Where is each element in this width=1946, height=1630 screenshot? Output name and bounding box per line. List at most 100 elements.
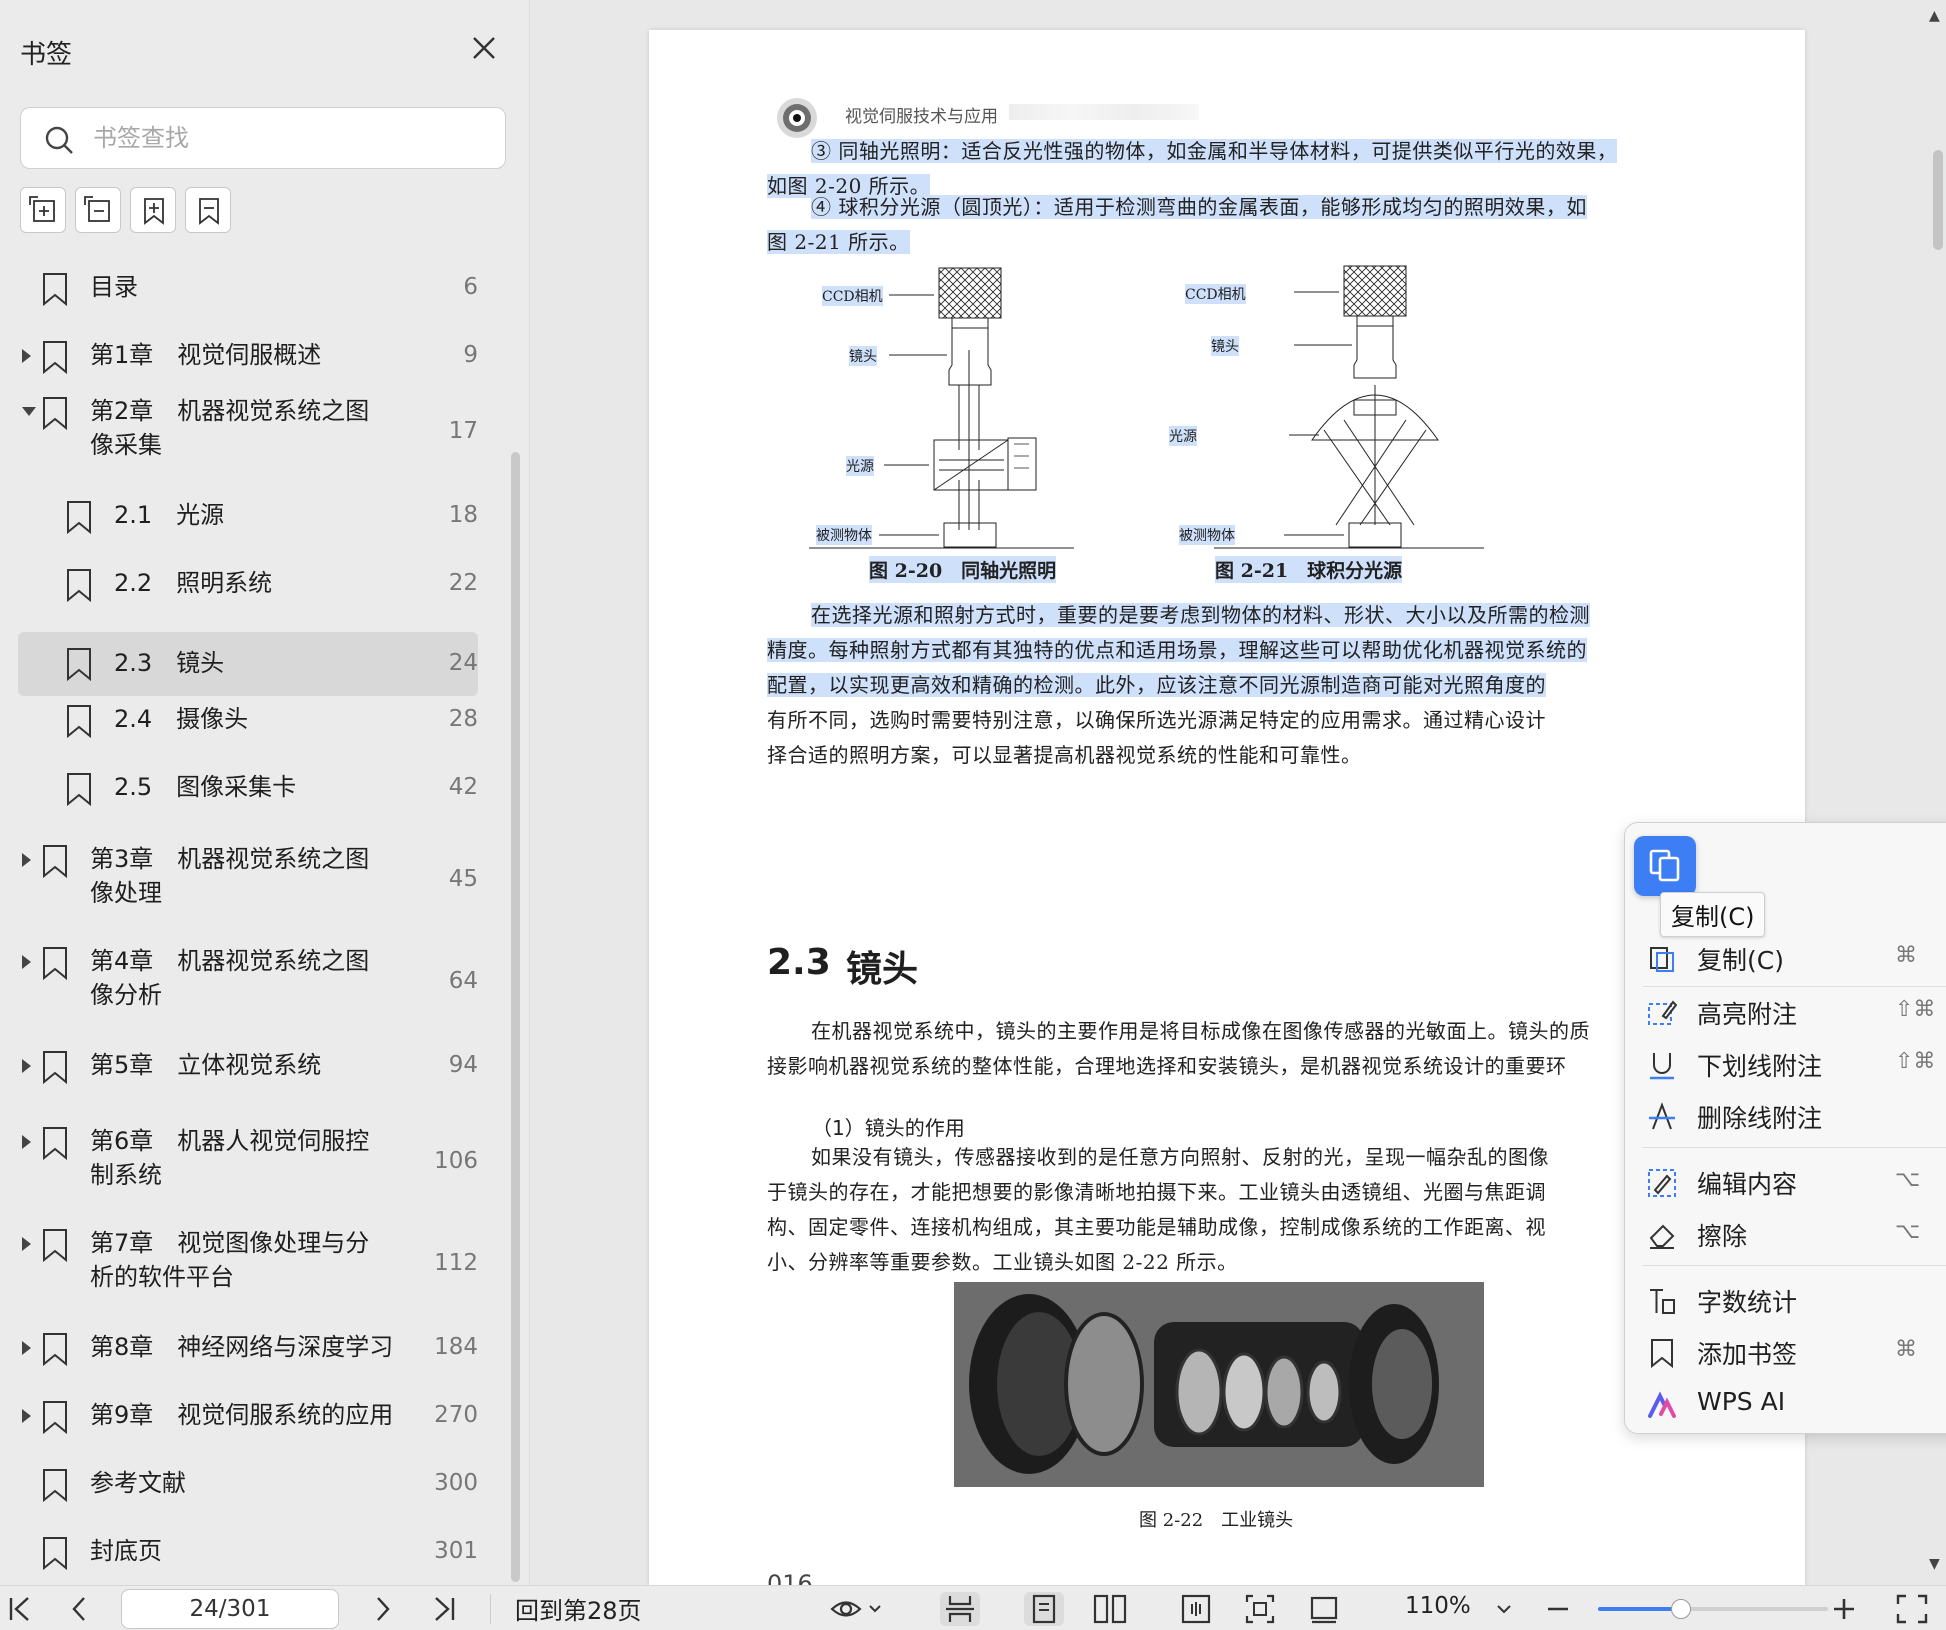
bookmark-item[interactable]: 第7章 视觉图像处理与分析的软件平台 112 <box>18 1224 478 1304</box>
bookmark-label: 第2章 机器视觉系统之图像采集 <box>90 397 370 459</box>
bookmark-item[interactable]: 第8章 神经网络与深度学习 184 <box>18 1326 478 1370</box>
zoom-out-icon[interactable] <box>1544 1592 1572 1626</box>
bookmark-item[interactable]: 第3章 机器视觉系统之图像处理 45 <box>18 840 478 920</box>
menu-item-strikethrough[interactable]: 删除线附注 <box>1625 1093 1946 1139</box>
zoom-level[interactable]: 110% <box>1405 1593 1471 1619</box>
collapse-all-button[interactable] <box>75 187 121 233</box>
bookmark-item[interactable]: 第5章 立体视觉系统 94 <box>18 1044 478 1088</box>
back-to-page-button[interactable]: 回到第28页 <box>515 1591 642 1626</box>
menu-shortcut: ⇧⌘ <box>1895 1049 1936 1074</box>
paragraph-lens-role[interactable]: 如果没有镜头，传感器接收到的是任意方向照射、反射的光，呈现一幅杂乱的图像 于镜头… <box>767 1140 1687 1280</box>
bookmark-item[interactable]: 第9章 视觉伺服系统的应用 270 <box>18 1394 478 1438</box>
expand-arrow-icon[interactable] <box>22 853 31 867</box>
fullscreen-icon[interactable] <box>1894 1592 1930 1626</box>
bookmark-item[interactable]: 第2章 机器视觉系统之图像采集 17 <box>18 388 478 468</box>
zoom-in-icon[interactable] <box>1830 1592 1858 1626</box>
bookmark-item[interactable]: 2.5 图像采集卡 42 <box>18 766 478 810</box>
bookmark-item[interactable]: 2.1 光源 18 <box>18 494 478 538</box>
industrial-lens-photo <box>954 1282 1484 1487</box>
fig20-caption: 图 2-20 同轴光照明 <box>869 556 1057 583</box>
bookmark-item[interactable]: 目录 6 <box>18 266 478 310</box>
fig21-label-ccd: CCD相机 <box>1185 284 1246 304</box>
bookmark-button[interactable] <box>185 187 231 233</box>
fig21-caption: 图 2-21 球积分光源 <box>1215 556 1403 583</box>
bookmark-item[interactable]: 参考文献 300 <box>18 1462 478 1506</box>
expand-arrow-icon[interactable] <box>22 1237 31 1251</box>
menu-label: 删除线附注 <box>1697 1104 1823 1133</box>
continuous-scroll-icon[interactable] <box>940 1592 980 1626</box>
expand-arrow-icon[interactable] <box>22 1409 31 1423</box>
expand-all-button[interactable] <box>20 187 66 233</box>
search-input[interactable] <box>93 118 483 158</box>
menu-item-copy[interactable]: 复制(C) ⌘ <box>1625 935 1946 981</box>
bookmark-item[interactable]: 第4章 机器视觉系统之图像分析 64 <box>18 942 478 1022</box>
scroll-down-arrow-icon[interactable]: ▼ <box>1929 1556 1940 1572</box>
last-page-icon[interactable] <box>430 1592 458 1626</box>
scroll-up-arrow-icon[interactable]: ▲ <box>1929 8 1940 24</box>
copy-quick-button[interactable] <box>1634 836 1696 896</box>
zoom-dropdown-icon[interactable] <box>1492 1592 1516 1626</box>
bookmark-item[interactable]: 第1章 视觉伺服概述 9 <box>18 334 478 378</box>
section-title: 镜头 <box>846 949 919 990</box>
add-bookmark-button[interactable] <box>130 187 176 233</box>
text-line: 于镜头的存在，才能把想要的影像清晰地拍摄下来。工业镜头由透镜组、光圈与焦距调 <box>767 1180 1546 1204</box>
first-page-icon[interactable] <box>6 1592 34 1626</box>
bookmark-search[interactable] <box>20 107 506 169</box>
menu-item-word-count[interactable]: 字数统计 <box>1625 1277 1946 1323</box>
bookmark-page: 300 <box>434 1470 478 1496</box>
strikethrough-icon <box>1649 1102 1675 1130</box>
previous-page-icon[interactable] <box>66 1592 94 1626</box>
collapse-all-icon <box>84 196 110 222</box>
paragraph-dome[interactable]: ④ 球积分光源（圆顶光）：适用于检测弯曲的金属表面，能够形成均匀的照明效果，如 … <box>767 190 1687 260</box>
menu-item-highlight[interactable]: 高亮附注 ⇧⌘ <box>1625 989 1946 1035</box>
fig21-label-object: 被测物体 <box>1179 525 1235 545</box>
rotate-page-icon[interactable] <box>1304 1592 1344 1626</box>
fig20-label-light: 光源 <box>846 456 874 476</box>
zoom-slider-fill <box>1598 1607 1681 1611</box>
menu-shortcut: ⌥ <box>1895 1167 1921 1192</box>
bookmark-icon <box>67 501 91 534</box>
status-toolbar: 回到第28页 110% <box>0 1585 1946 1630</box>
sidebar-scrollbar[interactable] <box>511 452 520 1582</box>
expand-arrow-icon[interactable] <box>22 955 31 969</box>
bookmark-page: 45 <box>448 866 478 892</box>
fig22-caption: 图 2-22 工业镜头 <box>1139 1510 1294 1531</box>
page-number-input[interactable] <box>121 1589 339 1629</box>
menu-item-erase[interactable]: 擦除 ⌥ <box>1625 1211 1946 1257</box>
paragraph-light-selection[interactable]: 在选择光源和照射方式时，重要的是要考虑到物体的材料、形状、大小以及所需的检测 精… <box>767 598 1687 773</box>
zoom-slider-thumb[interactable] <box>1670 1599 1691 1619</box>
expand-arrow-icon[interactable] <box>22 1341 31 1355</box>
bookmark-item[interactable]: 2.2 照明系统 22 <box>18 562 478 606</box>
menu-item-underline[interactable]: 下划线附注 ⇧⌘ <box>1625 1041 1946 1087</box>
bookmark-item[interactable]: 第6章 机器人视觉伺服控制系统 106 <box>18 1122 478 1202</box>
next-page-icon[interactable] <box>368 1592 396 1626</box>
menu-item-add-bookmark[interactable]: 添加书签 ⌘ <box>1625 1329 1946 1375</box>
bookmark-item[interactable]: 封底页 301 <box>18 1530 478 1574</box>
bookmark-label: 第6章 机器人视觉伺服控制系统 <box>90 1127 370 1189</box>
single-page-icon[interactable] <box>1024 1592 1064 1626</box>
menu-item-wps-ai[interactable]: WPS AI <box>1625 1381 1946 1427</box>
collapse-arrow-icon[interactable] <box>22 407 36 416</box>
search-icon <box>45 126 73 154</box>
expand-arrow-icon[interactable] <box>22 1059 31 1073</box>
menu-item-edit-content[interactable]: 编辑内容 ⌥ <box>1625 1159 1946 1205</box>
bookmark-label: 2.3 镜头 <box>114 649 225 677</box>
bookmark-icon <box>43 1537 67 1570</box>
two-page-icon[interactable] <box>1090 1592 1130 1626</box>
paragraph-lens-intro[interactable]: 在机器视觉系统中，镜头的主要作用是将目标成像在图像传感器的光敏面上。镜头的质 接… <box>767 1014 1687 1084</box>
bookmark-item[interactable]: 2.4 摄像头 28 <box>18 698 478 742</box>
bookmark-page: 112 <box>434 1250 478 1276</box>
fig20-label-lens: 镜头 <box>849 346 877 366</box>
bookmark-item-active[interactable]: 2.3 镜头 24 <box>18 632 478 696</box>
close-icon[interactable] <box>466 30 502 66</box>
expand-arrow-icon[interactable] <box>22 1135 31 1149</box>
document-scrollbar[interactable] <box>1933 150 1943 250</box>
text-line: 有所不同，选购时需要特别注意，以确保所选光源满足特定的应用需求。通过精心设计 <box>767 708 1546 732</box>
view-mode-eye-icon[interactable] <box>828 1592 884 1626</box>
text-line: 如果没有镜头，传感器接收到的是任意方向照射、反射的光，呈现一幅杂乱的图像 <box>811 1145 1549 1169</box>
fit-width-icon[interactable] <box>1176 1592 1216 1626</box>
expand-arrow-icon[interactable] <box>22 349 31 363</box>
fit-page-icon[interactable] <box>1240 1592 1280 1626</box>
bookmark-label: 2.4 摄像头 <box>114 705 249 733</box>
zoom-slider[interactable] <box>1598 1599 1828 1619</box>
